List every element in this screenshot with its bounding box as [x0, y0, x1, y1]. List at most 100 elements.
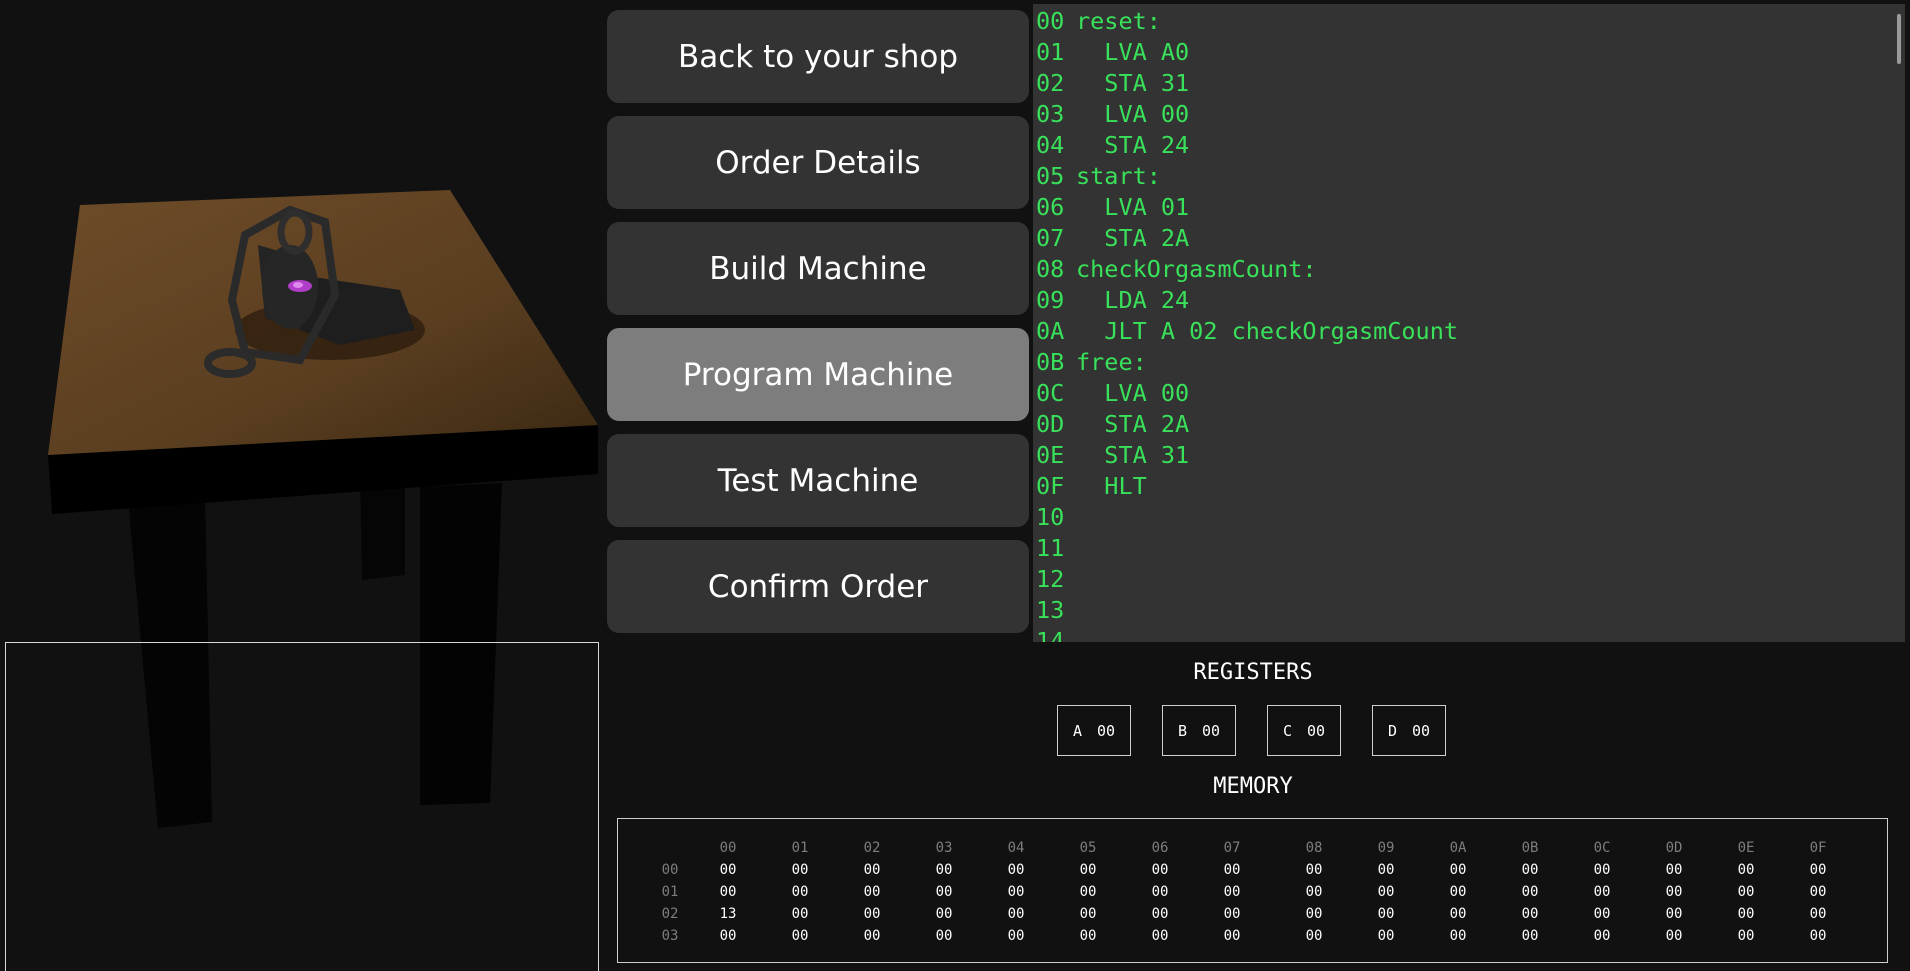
memory-column-header: 04: [1007, 840, 1025, 856]
code-line[interactable]: 03 LVA 00: [1036, 99, 1905, 130]
code-line[interactable]: 0D STA 2A: [1036, 409, 1905, 440]
line-text[interactable]: JLT A 02 checkOrgasmCount: [1076, 317, 1458, 345]
memory-cell: 00: [1809, 928, 1827, 944]
memory-cell: 00: [1223, 906, 1241, 922]
memory-cell: 00: [1593, 928, 1611, 944]
memory-cell: 00: [719, 862, 737, 878]
register-name: B: [1177, 721, 1187, 740]
line-number: 0D: [1036, 410, 1065, 438]
memory-title: MEMORY: [1213, 774, 1293, 799]
memory-cell: 00: [1521, 928, 1539, 944]
line-text[interactable]: free:: [1076, 348, 1147, 376]
line-number: 0B: [1036, 348, 1065, 376]
program-machine-button[interactable]: Program Machine: [607, 328, 1029, 421]
memory-cell: 00: [1665, 928, 1683, 944]
code-line[interactable]: 10: [1036, 502, 1905, 533]
code-line[interactable]: 01 LVA A0: [1036, 37, 1905, 68]
memory-column-header: 00: [719, 840, 737, 856]
memory-header-row: 00 01 02 03 04 05 06 07 08 09 0A 0B 0C 0D 0E 0F: [648, 837, 1854, 859]
code-line[interactable]: 14: [1036, 626, 1905, 642]
memory-cell: 00: [1079, 884, 1097, 900]
test-machine-button[interactable]: Test Machine: [607, 434, 1029, 527]
code-line[interactable]: 0C LVA 00: [1036, 378, 1905, 409]
memory-column-header: 0F: [1809, 840, 1827, 856]
code-line[interactable]: 0B free:: [1036, 347, 1905, 378]
code-line[interactable]: 07 STA 2A: [1036, 223, 1905, 254]
viewport-frame: [5, 642, 599, 971]
line-number: 0A: [1036, 317, 1065, 345]
memory-cell: 00: [1377, 862, 1395, 878]
register-value: 00: [1201, 721, 1221, 740]
line-text[interactable]: STA 2A: [1076, 410, 1189, 438]
memory-cell: 00: [863, 862, 881, 878]
memory-row: 03 00 00 00 00 00 00 00 00 00 00 00 00 00 00 00 00: [648, 925, 1854, 947]
line-number: 14: [1036, 627, 1065, 642]
back-to-shop-button[interactable]: Back to your shop: [607, 10, 1029, 103]
confirm-order-button[interactable]: Confirm Order: [607, 540, 1029, 633]
code-line[interactable]: 11: [1036, 533, 1905, 564]
memory-cell: 00: [1809, 906, 1827, 922]
build-machine-button[interactable]: Build Machine: [607, 222, 1029, 315]
memory-cell: 00: [863, 906, 881, 922]
register-c: C 00: [1267, 705, 1341, 756]
code-line[interactable]: 0F HLT: [1036, 471, 1905, 502]
line-number: 0E: [1036, 441, 1065, 469]
memory-cell: 00: [1007, 928, 1025, 944]
code-line[interactable]: 0A JLT A 02 checkOrgasmCount: [1036, 316, 1905, 347]
memory-column-header: 03: [935, 840, 953, 856]
line-text[interactable]: HLT: [1076, 472, 1146, 500]
line-text[interactable]: checkOrgasmCount:: [1076, 255, 1317, 283]
line-text[interactable]: LVA 01: [1076, 193, 1189, 221]
editor-scrollbar[interactable]: [1897, 14, 1901, 64]
memory-cell: 00: [863, 884, 881, 900]
order-details-button[interactable]: Order Details: [607, 116, 1029, 209]
memory-column-header: 01: [791, 840, 809, 856]
line-text[interactable]: LDA 24: [1076, 286, 1189, 314]
code-line[interactable]: 0E STA 31: [1036, 440, 1905, 471]
line-number: 13: [1036, 596, 1065, 624]
code-line[interactable]: 06 LVA 01: [1036, 192, 1905, 223]
line-text[interactable]: STA 2A: [1076, 224, 1189, 252]
memory-row: 02 13 00 00 00 00 00 00 00 00 00 00 00 00 00 00 00: [648, 903, 1854, 925]
register-b: B 00: [1162, 705, 1236, 756]
code-line[interactable]: 05 start:: [1036, 161, 1905, 192]
code-line[interactable]: 04 STA 24: [1036, 130, 1905, 161]
memory-cell: 00: [1305, 884, 1323, 900]
memory-row-label: 01: [661, 884, 679, 900]
memory-column-header: 0B: [1521, 840, 1539, 856]
code-line[interactable]: 12: [1036, 564, 1905, 595]
memory-cell: 00: [935, 906, 953, 922]
code-text[interactable]: 00 reset: 01 LVA A0 02 STA 31 03 LVA 00 04 ST…: [1033, 4, 1905, 642]
memory-row-label: 02: [661, 906, 679, 922]
memory-column-header: 08: [1305, 840, 1323, 856]
memory-corner: [648, 837, 692, 859]
line-text[interactable]: LVA 00: [1076, 379, 1189, 407]
code-line[interactable]: 08 checkOrgasmCount:: [1036, 254, 1905, 285]
memory-cell: 00: [1377, 884, 1395, 900]
memory-cell: 00: [1665, 862, 1683, 878]
code-line[interactable]: 02 STA 31: [1036, 68, 1905, 99]
line-text[interactable]: LVA A0: [1076, 38, 1189, 66]
code-line[interactable]: 13: [1036, 595, 1905, 626]
column-gap: [1268, 881, 1278, 903]
code-line[interactable]: 09 LDA 24: [1036, 285, 1905, 316]
line-text[interactable]: STA 31: [1076, 441, 1189, 469]
code-editor[interactable]: 00 reset: 01 LVA A0 02 STA 31 03 LVA 00 04 ST…: [1033, 4, 1905, 642]
memory-cell: 00: [1449, 906, 1467, 922]
memory-column-header: 07: [1223, 840, 1241, 856]
line-text[interactable]: STA 24: [1076, 131, 1189, 159]
register-name: C: [1282, 721, 1292, 740]
memory-cell: 00: [1737, 928, 1755, 944]
memory-cell: 00: [1305, 862, 1323, 878]
line-text[interactable]: LVA 00: [1076, 100, 1189, 128]
memory-column-header: 09: [1377, 840, 1395, 856]
memory-row: 01 00 00 00 00 00 00 00 00 00 00 00 00 00 00 00 00: [648, 881, 1854, 903]
line-text[interactable]: reset:: [1076, 7, 1161, 35]
code-line[interactable]: 00 reset:: [1036, 6, 1905, 37]
memory-column-header: 02: [863, 840, 881, 856]
line-text[interactable]: STA 31: [1076, 69, 1189, 97]
register-value: 00: [1411, 721, 1431, 740]
memory-cell: 00: [1665, 906, 1683, 922]
memory-table: 00 01 02 03 04 05 06 07 08 09 0A 0B 0C 0D 0E 0F 00 00 00 00…: [648, 837, 1854, 947]
line-text[interactable]: start:: [1076, 162, 1161, 190]
